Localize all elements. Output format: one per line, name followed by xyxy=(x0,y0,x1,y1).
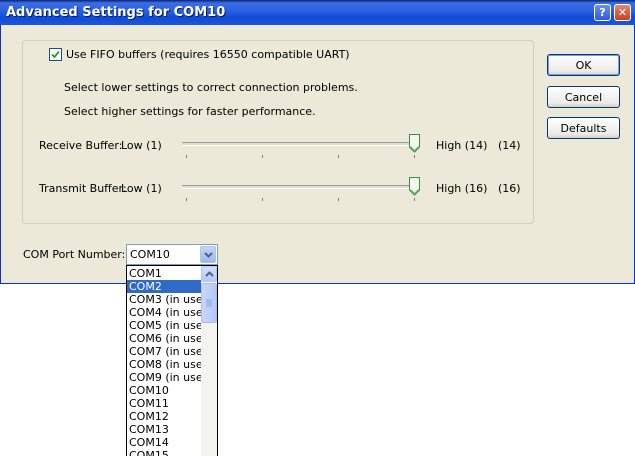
chevron-up-icon[interactable] xyxy=(201,266,217,282)
title-bar[interactable]: Advanced Settings for COM10 ? ✕ xyxy=(0,0,635,25)
com-port-option[interactable]: COM10 xyxy=(127,384,202,397)
hint-lower: Select lower settings to correct connect… xyxy=(64,81,358,94)
com-port-option[interactable]: COM6 (in use) xyxy=(127,332,207,345)
defaults-button[interactable]: Defaults xyxy=(547,117,620,139)
com-port-option[interactable]: COM8 (in use) xyxy=(127,358,207,371)
transmit-tick xyxy=(262,198,263,201)
scrollbar-thumb[interactable] xyxy=(201,283,217,323)
com-port-option[interactable]: COM11 xyxy=(127,397,202,410)
com-port-label: COM Port Number: xyxy=(23,248,126,261)
receive-tick xyxy=(262,155,263,158)
transmit-tick xyxy=(186,198,187,201)
fifo-checkbox-row[interactable]: Use FIFO buffers (requires 16550 compati… xyxy=(49,48,353,61)
receive-high-label: High (14) xyxy=(436,139,488,152)
receive-slider-track[interactable] xyxy=(182,142,419,146)
fifo-checkbox[interactable] xyxy=(49,48,62,61)
ok-button[interactable]: OK xyxy=(547,54,620,76)
receive-tick xyxy=(186,155,187,158)
slider-thumb-icon[interactable] xyxy=(409,134,420,153)
transmit-tick xyxy=(414,198,415,201)
close-button[interactable]: ✕ xyxy=(614,4,631,21)
fifo-label: Use FIFO buffers (requires 16550 compati… xyxy=(66,48,350,61)
com-port-option[interactable]: COM13 xyxy=(127,423,202,436)
receive-tick xyxy=(414,155,415,158)
dropdown-scrollbar[interactable] xyxy=(201,266,217,456)
com-port-option[interactable]: COM14 xyxy=(127,436,202,449)
com-port-option[interactable]: COM3 (in use) xyxy=(127,293,207,306)
transmit-value: (16) xyxy=(498,182,521,195)
com-port-option[interactable]: COM7 (in use) xyxy=(127,345,207,358)
dialog-window: Advanced Settings for COM10 ? ✕ Use FIFO… xyxy=(0,0,635,284)
com-port-option[interactable]: COM5 (in use) xyxy=(127,319,207,332)
receive-tick xyxy=(338,155,339,158)
com-port-option[interactable]: COM9 (in use) xyxy=(127,371,207,384)
com-port-options: COM1 COM2 COM3 (in use) COM4 (in use) COM5 (… xyxy=(127,267,207,456)
com-port-combobox[interactable]: COM10 xyxy=(126,244,218,265)
com-port-selected-value: COM10 xyxy=(130,248,170,261)
com-port-option[interactable]: COM12 xyxy=(127,410,202,423)
fifo-group-box xyxy=(22,40,534,224)
transmit-slider-track[interactable] xyxy=(182,185,419,189)
receive-value: (14) xyxy=(498,139,521,152)
window-title: Advanced Settings for COM10 xyxy=(6,5,226,20)
transmit-low-label: Low (1) xyxy=(121,182,162,195)
com-port-option[interactable]: COM15 xyxy=(127,449,202,456)
transmit-tick xyxy=(338,198,339,201)
transmit-buffer-label: Transmit Buffer: xyxy=(39,182,127,195)
com-port-option[interactable]: COM4 (in use) xyxy=(127,306,207,319)
chevron-down-icon[interactable] xyxy=(200,246,216,263)
receive-buffer-label: Receive Buffer: xyxy=(39,139,123,152)
help-button[interactable]: ? xyxy=(594,4,611,21)
checkmark-icon xyxy=(51,50,60,59)
transmit-high-label: High (16) xyxy=(436,182,488,195)
receive-low-label: Low (1) xyxy=(121,139,162,152)
com-port-option[interactable]: COM1 xyxy=(127,267,202,280)
com-port-dropdown-list[interactable]: COM1 COM2 COM3 (in use) COM4 (in use) COM5 (… xyxy=(126,265,218,456)
hint-higher: Select higher settings for faster perfor… xyxy=(64,105,316,118)
cancel-button[interactable]: Cancel xyxy=(547,86,620,108)
com-port-option[interactable]: COM2 xyxy=(127,280,202,293)
slider-thumb-icon[interactable] xyxy=(409,177,420,196)
